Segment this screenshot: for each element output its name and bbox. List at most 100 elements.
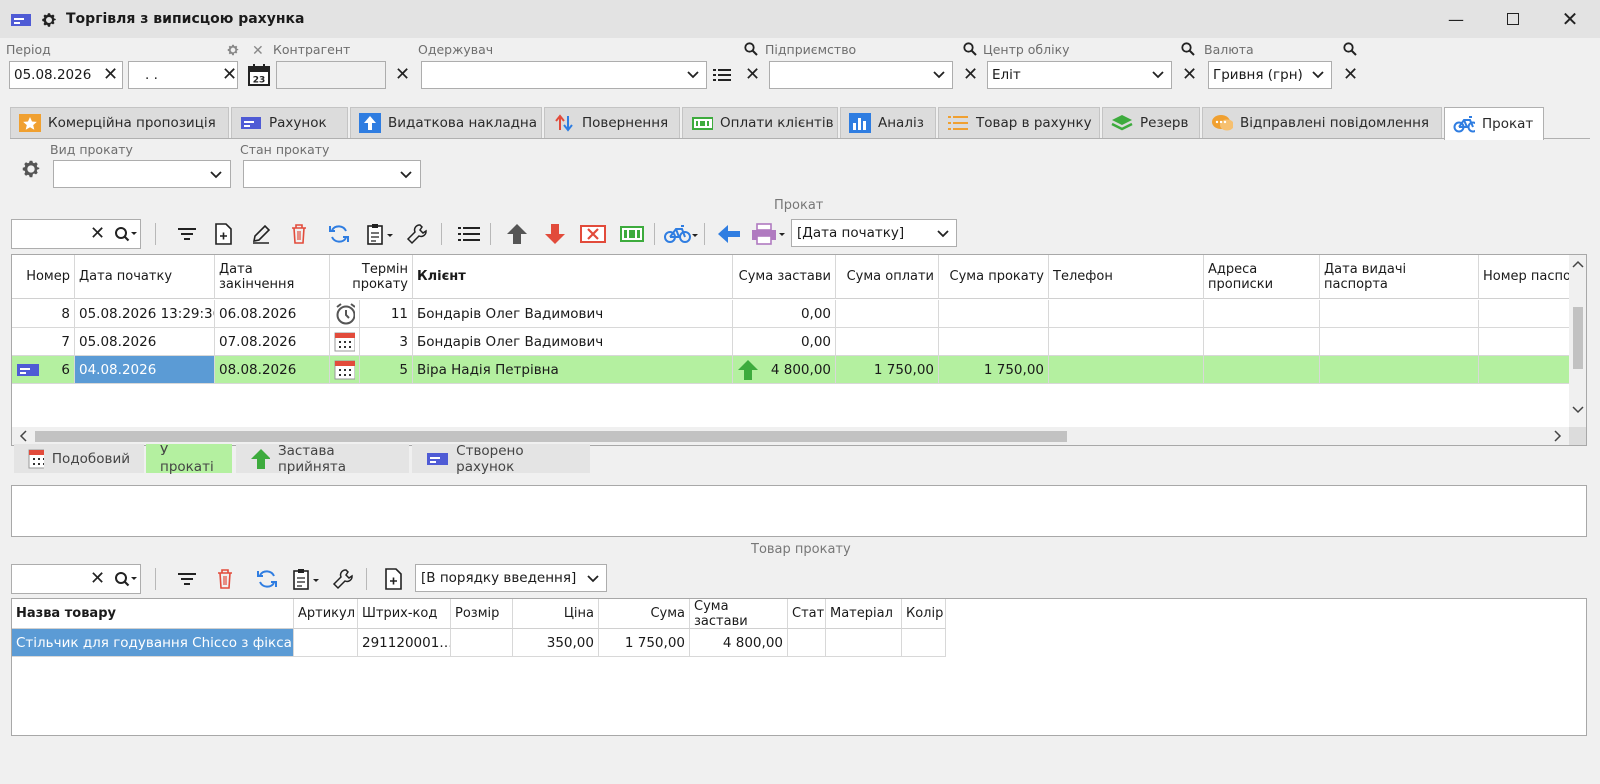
- tab-expense-waybill[interactable]: Видаткова накладна: [350, 107, 542, 138]
- period-from-clear-icon[interactable]: ✕: [103, 65, 118, 85]
- new-document-icon[interactable]: [380, 566, 406, 592]
- rental-type-select[interactable]: [53, 160, 231, 188]
- column-header[interactable]: Матеріал: [826, 599, 902, 629]
- scroll-up-icon[interactable]: [1572, 259, 1584, 269]
- arrow-left-icon[interactable]: [716, 221, 742, 247]
- column-header[interactable]: Телефон: [1049, 255, 1204, 299]
- scroll-down-icon[interactable]: [1572, 405, 1584, 415]
- cash-icon[interactable]: [619, 221, 645, 247]
- notes-panel[interactable]: [11, 485, 1587, 537]
- enterprise-clear-icon[interactable]: ✕: [963, 65, 978, 85]
- scroll-left-icon[interactable]: [18, 430, 28, 442]
- accounting-center-select[interactable]: Еліт: [987, 61, 1172, 89]
- column-header[interactable]: Номер паспор: [1479, 255, 1579, 299]
- search-icon[interactable]: [744, 42, 758, 56]
- counterparty-input[interactable]: [276, 61, 386, 89]
- vertical-scrollbar[interactable]: [1569, 255, 1586, 427]
- wrench-icon[interactable]: [330, 566, 356, 592]
- chevron-down-icon[interactable]: [1151, 68, 1165, 82]
- currency-clear-icon[interactable]: ✕: [1343, 65, 1358, 85]
- search-options-icon[interactable]: [114, 571, 138, 587]
- rental-search-clear-icon[interactable]: ✕: [90, 224, 105, 244]
- search-icon[interactable]: [1343, 42, 1357, 56]
- horizontal-scroll-thumb[interactable]: [35, 431, 1067, 442]
- clipboard-menu-icon[interactable]: [290, 566, 324, 592]
- vertical-scroll-thumb[interactable]: [1573, 307, 1583, 369]
- refresh-icon[interactable]: [326, 221, 352, 247]
- filter-icon[interactable]: [174, 221, 200, 247]
- cancel-x-box-icon[interactable]: [580, 221, 606, 247]
- column-header[interactable]: Артикул: [294, 599, 358, 629]
- column-header[interactable]: Назва товару: [12, 599, 294, 629]
- chevron-down-icon[interactable]: [209, 168, 223, 182]
- delete-trash-icon[interactable]: [212, 566, 238, 592]
- tab-commercial-offer[interactable]: Комерційна пропозиція: [10, 107, 229, 138]
- chevron-down-icon[interactable]: [1311, 68, 1325, 82]
- tab-returns[interactable]: Повернення: [544, 107, 680, 138]
- arrow-down-icon[interactable]: [542, 221, 568, 247]
- tab-reserve[interactable]: Резерв: [1102, 107, 1200, 138]
- column-header[interactable]: Статі: [788, 599, 826, 629]
- recipient-select[interactable]: [421, 61, 707, 89]
- tab-analysis[interactable]: Аналіз: [840, 107, 936, 138]
- refresh-icon[interactable]: [254, 566, 280, 592]
- goods-sort-select[interactable]: [В порядку введення]: [415, 564, 607, 592]
- column-header[interactable]: Ціна: [513, 599, 599, 629]
- chevron-down-icon[interactable]: [686, 68, 700, 82]
- column-header[interactable]: Сума: [599, 599, 690, 629]
- column-header[interactable]: Дата закінчення: [215, 255, 330, 299]
- counterparty-clear-icon[interactable]: ✕: [395, 65, 410, 85]
- close-window-button[interactable]: ✕: [1547, 4, 1593, 34]
- column-header[interactable]: Сума прокату: [939, 255, 1049, 299]
- column-header[interactable]: Штрих-код: [358, 599, 451, 629]
- period-to-clear-icon[interactable]: ✕: [222, 65, 237, 85]
- column-header[interactable]: Сума оплати: [836, 255, 939, 299]
- column-header[interactable]: Дата видачі паспорта: [1320, 255, 1479, 299]
- arrow-up-icon[interactable]: [504, 221, 530, 247]
- wrench-icon[interactable]: [404, 221, 430, 247]
- enterprise-select[interactable]: [769, 61, 953, 89]
- maximize-button[interactable]: [1490, 4, 1536, 34]
- search-options-icon[interactable]: [114, 226, 138, 242]
- bicycle-menu-icon[interactable]: [663, 221, 699, 247]
- chevron-down-icon[interactable]: [932, 68, 946, 82]
- column-header[interactable]: Клієнт: [413, 255, 733, 299]
- new-document-icon[interactable]: [210, 221, 236, 247]
- column-header[interactable]: Сума застави: [733, 255, 836, 299]
- goods-search-clear-icon[interactable]: ✕: [90, 569, 105, 589]
- settings-gear-icon[interactable]: [20, 158, 42, 180]
- minimize-button[interactable]: —: [1433, 4, 1479, 34]
- column-header[interactable]: Номер: [12, 255, 75, 299]
- tab-goods-in-invoice[interactable]: Товар в рахунку: [938, 107, 1100, 138]
- rental-state-select[interactable]: [243, 160, 421, 188]
- chevron-down-icon[interactable]: [399, 168, 413, 182]
- list-view-icon[interactable]: [456, 221, 482, 247]
- chevron-down-icon[interactable]: [936, 227, 950, 241]
- column-header[interactable]: Сума застави: [690, 599, 788, 629]
- tab-sent-messages[interactable]: Відправлені повідомлення: [1202, 107, 1442, 138]
- column-header[interactable]: Дата початку: [75, 255, 215, 299]
- column-header[interactable]: Розмір: [451, 599, 513, 629]
- tab-client-payments[interactable]: Оплати клієнтів: [682, 107, 838, 138]
- tab-invoice[interactable]: Рахунок: [231, 107, 348, 138]
- gear-icon[interactable]: [40, 11, 58, 29]
- column-header[interactable]: Адреса прописки: [1204, 255, 1320, 299]
- calendar-icon[interactable]: 23: [247, 63, 271, 87]
- recipient-clear-icon[interactable]: ✕: [745, 65, 760, 85]
- search-icon[interactable]: [1181, 42, 1195, 56]
- column-header[interactable]: Термін прокату: [330, 255, 413, 299]
- clipboard-menu-icon[interactable]: [364, 221, 398, 247]
- printer-menu-icon[interactable]: [750, 221, 786, 247]
- tab-rental[interactable]: Прокат: [1444, 107, 1544, 140]
- rental-sort-select[interactable]: [Дата початку]: [791, 219, 957, 247]
- filter-icon[interactable]: [174, 566, 200, 592]
- delete-trash-icon[interactable]: [286, 221, 312, 247]
- horizontal-scrollbar[interactable]: [12, 427, 1569, 445]
- chevron-down-icon[interactable]: [586, 572, 600, 586]
- list-details-icon[interactable]: [712, 66, 732, 84]
- scroll-right-icon[interactable]: [1553, 430, 1563, 442]
- edit-pencil-icon[interactable]: [248, 221, 274, 247]
- search-icon[interactable]: [963, 42, 977, 56]
- period-clear-icon[interactable]: ✕: [252, 41, 264, 61]
- column-header[interactable]: Колір: [902, 599, 946, 629]
